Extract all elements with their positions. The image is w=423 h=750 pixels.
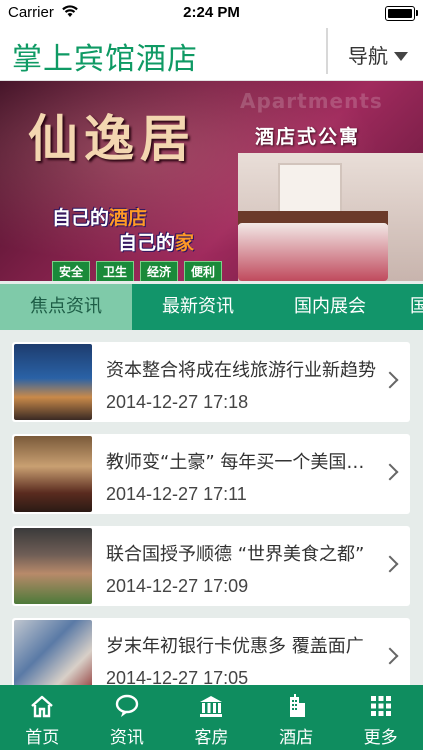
bottom-tab-more[interactable]: 更多 [338, 685, 423, 750]
bottom-tab-label: 酒店 [279, 728, 314, 748]
banner-tag: 安全 [52, 261, 91, 281]
bottom-tab-hotel[interactable]: 酒店 [254, 685, 339, 750]
app-header: 掌上宾馆酒店 导航 [0, 26, 423, 81]
tab-domestic-expo[interactable]: 国内展会 [264, 284, 396, 330]
status-bar: Carrier 2:24 PM [0, 0, 423, 26]
news-headline: 教师变“土豪” 每年买一个美国房子 [106, 452, 382, 473]
nav-dropdown-button[interactable]: 导航 [348, 40, 408, 69]
caret-down-icon [394, 52, 408, 61]
battery-icon [385, 6, 418, 21]
banner-slogan-line2: 自己的家 [118, 232, 195, 254]
tab-focus-news[interactable]: 焦点资讯 [0, 284, 132, 330]
news-item[interactable]: 资本整合将成在线旅游行业新趋势 2014-12-27 17:18 [12, 342, 410, 422]
bottom-tab-bar: 首页 资讯 客房 酒店 更多 [0, 685, 423, 750]
app-title: 掌上宾馆酒店 [12, 42, 198, 77]
chat-bubble-icon [115, 694, 139, 717]
bottom-tab-home[interactable]: 首页 [0, 685, 85, 750]
news-thumbnail [14, 620, 92, 685]
news-item[interactable]: 岁末年初银行卡优惠多 覆盖面广 2014-12-27 17:05 [12, 618, 410, 685]
bottom-tab-label: 更多 [363, 728, 398, 748]
home-icon [31, 695, 54, 718]
banner-tags: 安全 卫生 经济 便利 [52, 261, 223, 281]
news-item[interactable]: 教师变“土豪” 每年买一个美国房子 2014-12-27 17:11 [12, 434, 410, 514]
banner-brand: 仙逸居 [28, 109, 196, 168]
promo-banner[interactable]: Apartments 仙逸居 酒店式公寓 自己的酒店 自己的家 安全 卫生 经济… [0, 81, 423, 281]
tab-latest-news[interactable]: 最新资讯 [132, 284, 264, 330]
bottom-tab-label: 首页 [25, 728, 60, 748]
news-headline: 联合国授予顺德 “世界美食之都” [106, 544, 365, 565]
chevron-right-icon [381, 463, 399, 481]
clock: 2:24 PM [183, 4, 240, 21]
bottom-tab-label: 客房 [194, 728, 229, 748]
room-photo [238, 153, 423, 281]
bank-building-icon [200, 696, 223, 717]
banner-watermark: Apartments [240, 89, 383, 113]
news-date: 2014-12-27 17:09 [106, 576, 249, 596]
header-divider [326, 28, 328, 74]
grid-icon [370, 696, 391, 716]
news-thumbnail [14, 528, 92, 604]
news-date: 2014-12-27 17:11 [106, 484, 247, 504]
banner-subtitle: 酒店式公寓 [255, 126, 361, 148]
tab-overflow[interactable]: 国 [396, 284, 423, 330]
banner-tag: 经济 [140, 261, 179, 281]
bottom-tab-news[interactable]: 资讯 [85, 685, 170, 750]
bottom-tab-label: 资讯 [109, 728, 144, 748]
chevron-right-icon [381, 371, 399, 389]
news-date: 2014-12-27 17:05 [106, 668, 249, 685]
nav-label: 导航 [348, 44, 388, 68]
banner-tag: 卫生 [96, 261, 135, 281]
banner-slogan-line1: 自己的酒店 [52, 207, 148, 229]
news-thumbnail [14, 344, 92, 420]
hotel-building-icon [290, 694, 306, 717]
news-item[interactable]: 联合国授予顺德 “世界美食之都” 2014-12-27 17:09 [12, 526, 410, 606]
news-headline: 岁末年初银行卡优惠多 覆盖面广 [106, 636, 364, 657]
category-tabs: 焦点资讯 最新资讯 国内展会 国 [0, 284, 423, 330]
bottom-tab-rooms[interactable]: 客房 [169, 685, 254, 750]
chevron-right-icon [381, 647, 399, 665]
news-list: 资本整合将成在线旅游行业新趋势 2014-12-27 17:18 教师变“土豪”… [0, 330, 423, 685]
chevron-right-icon [381, 555, 399, 573]
news-date: 2014-12-27 17:18 [106, 392, 249, 412]
news-headline: 资本整合将成在线旅游行业新趋势 [106, 360, 376, 381]
banner-tag: 便利 [184, 261, 223, 281]
news-thumbnail [14, 436, 92, 512]
